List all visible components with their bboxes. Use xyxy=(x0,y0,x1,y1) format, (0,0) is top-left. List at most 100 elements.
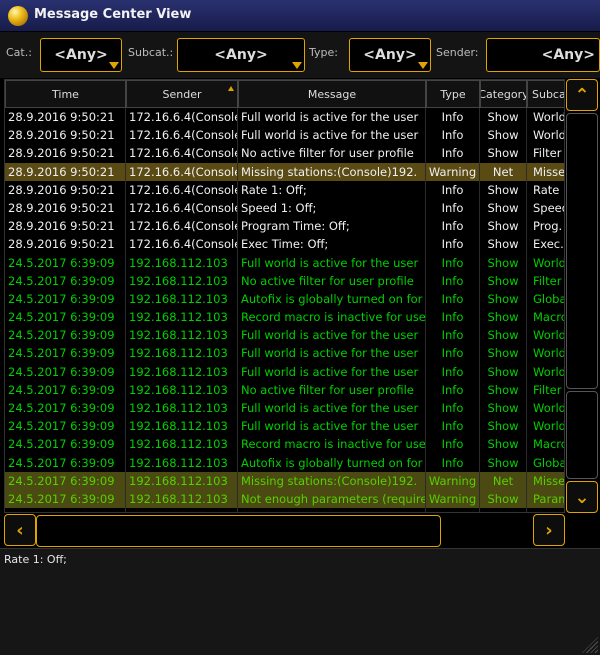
cell-type: Info xyxy=(426,253,480,272)
table-row[interactable]: 24.5.2017 6:39:09 192.168.112.103 Full wor… xyxy=(5,326,564,345)
cat-filter-select[interactable]: <Any> xyxy=(40,38,122,72)
cell-type: Info xyxy=(426,435,480,454)
resize-grip-icon[interactable] xyxy=(582,637,598,653)
table-row[interactable]: 28.9.2016 9:50:21 172.16.6.4(Console) No a… xyxy=(5,144,564,163)
cell-category: Net xyxy=(480,162,527,181)
cell-time: 28.9.2016 9:50:21 xyxy=(5,162,126,181)
table-row[interactable]: 28.9.2016 9:50:21 172.16.6.4(Console) Spee… xyxy=(5,198,564,218)
cell-type: Info xyxy=(426,344,480,363)
cell-time: 28.9.2016 9:50:21 xyxy=(5,235,126,254)
table-row[interactable]: 24.5.2017 6:39:09 192.168.112.103 Missing … xyxy=(5,471,564,490)
table-row[interactable]: 24.5.2017 6:39:09 192.168.112.103 Full wor… xyxy=(5,344,564,363)
cell-message: Record macro is inactive for user xyxy=(238,435,426,454)
cell-message: Full world is active for the user xyxy=(238,126,426,145)
cell-message: No active filter for user profile xyxy=(238,144,426,163)
type-filter-select[interactable]: <Any> xyxy=(349,38,431,72)
sender-filter-value: <Any> xyxy=(541,47,595,63)
table-body: 28.9.2016 9:50:21 172.16.6.4(Console) Full… xyxy=(5,108,564,512)
cell-message: Missing stations:(Console)192. xyxy=(238,471,426,490)
cell-type: Info xyxy=(426,326,480,345)
table-row[interactable]: 24.5.2017 6:39:09 192.168.112.103 Record m… xyxy=(5,435,564,454)
cell-time: 24.5.2017 6:39:09 xyxy=(5,399,126,418)
table-row[interactable]: 24.5.2017 6:39:09192.168.112.103Exec Tim… xyxy=(5,508,564,512)
cell-type: Warning xyxy=(426,471,480,490)
column-header-type[interactable]: Type xyxy=(426,80,480,108)
cell-subcategory: World xyxy=(527,399,564,417)
chevron-left-icon: ‹ xyxy=(16,519,24,541)
cell-type: Info xyxy=(426,126,480,145)
cell-time: 28.9.2016 9:50:21 xyxy=(5,217,126,236)
column-header-category[interactable]: Category xyxy=(480,80,527,108)
cell-sender: 192.168.112.103 xyxy=(126,289,238,309)
cell-time: 28.9.2016 9:50:21 xyxy=(5,180,126,199)
cell-sender: 192.168.112.103 xyxy=(126,326,238,345)
sort-ascending-icon xyxy=(228,86,234,91)
scrollbar-track[interactable] xyxy=(566,113,598,389)
table-row[interactable]: 28.9.2016 9:50:21 172.16.6.4(Console) Prog… xyxy=(5,217,564,236)
cell-sender: 172.16.6.4(Console) xyxy=(126,198,238,218)
table-row[interactable]: 24.5.2017 6:39:09 192.168.112.103 Full wor… xyxy=(5,253,564,272)
cell-category: Show xyxy=(480,180,527,199)
cell-message: Full world is active for the user xyxy=(238,344,426,363)
scroll-up-button[interactable]: ⌃ xyxy=(566,79,598,111)
table-row[interactable]: 28.9.2016 9:50:21 172.16.6.4(Console) Full… xyxy=(5,108,564,127)
scrollbar-thumb[interactable] xyxy=(566,391,598,479)
cell-category: Show xyxy=(480,126,527,145)
column-header-message[interactable]: Message xyxy=(238,80,426,108)
cell-type: Info xyxy=(426,217,480,236)
cell-message: Autofix is globally turned on for xyxy=(238,289,426,309)
cell-message: Full world is active for the user xyxy=(238,399,426,418)
table-row[interactable]: 24.5.2017 6:39:09 192.168.112.103 Autofix … xyxy=(5,289,564,309)
dropdown-corner-icon xyxy=(418,62,428,69)
cell-subcategory: Speed xyxy=(527,199,564,217)
cell-category: Show xyxy=(480,108,527,127)
column-header-subcategory[interactable]: Subcategory xyxy=(527,80,564,108)
cell-message: Autofix is globally turned on for xyxy=(238,453,426,472)
message-table: Time Sender Message Type Category Subcat… xyxy=(4,79,565,513)
table-row[interactable]: 28.9.2016 9:50:21 172.16.6.4(Console) Miss… xyxy=(5,162,564,181)
cell-message: Record macro is inactive for user xyxy=(238,308,426,327)
cell-subcategory: World xyxy=(527,254,564,272)
cell-time: 28.9.2016 9:50:21 xyxy=(5,126,126,145)
cell-subcategory: World xyxy=(527,326,564,344)
cat-filter-value: <Any> xyxy=(54,47,108,63)
cell-category: Show xyxy=(480,453,527,472)
table-row[interactable]: 24.5.2017 6:39:09 192.168.112.103 No activ… xyxy=(5,271,564,290)
column-header-time[interactable]: Time xyxy=(5,80,126,108)
cell-category: Show xyxy=(480,326,527,345)
table-row[interactable]: 24.5.2017 6:39:09 192.168.112.103 No activ… xyxy=(5,380,564,399)
scroll-down-button[interactable]: ⌄ xyxy=(566,481,598,513)
cell-type: Info xyxy=(426,417,480,436)
cell-subcategory: Missed xyxy=(527,472,564,490)
table-row[interactable]: 24.5.2017 6:39:09 192.168.112.103 Full wor… xyxy=(5,399,564,418)
cell-subcategory: Macro xyxy=(527,308,564,326)
horizontal-scrollbar-thumb[interactable] xyxy=(36,515,441,547)
cell-time: 24.5.2017 6:39:09 xyxy=(5,417,126,436)
cell-sender: 172.16.6.4(Console) xyxy=(126,108,238,127)
table-row[interactable]: 24.5.2017 6:39:09 192.168.112.103 Autofix … xyxy=(5,453,564,472)
cell-sender: 192.168.112.103 xyxy=(126,435,238,454)
cell-time: 24.5.2017 6:39:09 xyxy=(5,380,126,399)
cell-sender: 172.16.6.4(Console) xyxy=(126,162,238,181)
cell-type: Info xyxy=(426,453,480,472)
cell-subcategory: Exec. xyxy=(527,508,564,512)
cell-time: 28.9.2016 9:50:21 xyxy=(5,144,126,163)
table-row[interactable]: 28.9.2016 9:50:21 172.16.6.4(Console) Full… xyxy=(5,126,564,145)
scroll-right-button[interactable]: › xyxy=(533,514,565,546)
scroll-left-button[interactable]: ‹ xyxy=(4,514,36,546)
cell-time: 24.5.2017 6:39:09 xyxy=(5,308,126,327)
cell-type: Info xyxy=(426,308,480,327)
cell-message: Full world is active for the user xyxy=(238,362,426,381)
column-header-sender[interactable]: Sender xyxy=(126,80,238,108)
subcat-filter-select[interactable]: <Any> xyxy=(177,38,305,72)
table-row[interactable]: 24.5.2017 6:39:09 192.168.112.103 Full wor… xyxy=(5,417,564,436)
cell-type: Info xyxy=(426,108,480,127)
table-row[interactable]: 24.5.2017 6:39:09 192.168.112.103 Not enou… xyxy=(5,489,564,509)
cell-message: No active filter for user profile xyxy=(238,380,426,399)
sender-filter-select[interactable]: <Any> xyxy=(486,38,600,72)
table-row[interactable]: 24.5.2017 6:39:09 192.168.112.103 Full wor… xyxy=(5,362,564,381)
table-row[interactable]: 28.9.2016 9:50:21 172.16.6.4(Console) Rate… xyxy=(5,180,564,199)
cell-message: Speed 1: Off; xyxy=(238,198,426,218)
table-row[interactable]: 24.5.2017 6:39:09 192.168.112.103 Record m… xyxy=(5,308,564,327)
table-row[interactable]: 28.9.2016 9:50:21 172.16.6.4(Console) Exec… xyxy=(5,235,564,254)
